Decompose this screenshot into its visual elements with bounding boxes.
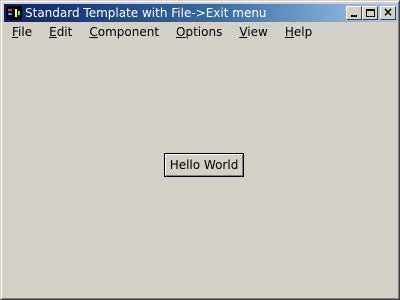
menu-edit-mnemonic: E (49, 25, 57, 39)
maximize-button[interactable] (362, 6, 378, 20)
menu-help[interactable]: Help (276, 23, 320, 42)
maximize-icon (366, 9, 375, 17)
menu-component-label: omponent (97, 25, 160, 39)
menu-bar: File Edit Component Options View Help (4, 23, 398, 42)
menu-edit-label: dit (56, 25, 73, 39)
menu-component[interactable]: Component (80, 23, 167, 42)
close-icon: × (382, 5, 394, 19)
hello-world-button[interactable]: Hello World (164, 153, 244, 177)
menu-options[interactable]: Options (167, 23, 230, 42)
minimize-icon (351, 15, 357, 17)
menu-edit[interactable]: Edit (40, 23, 80, 42)
client-area: Hello World (4, 42, 398, 298)
menu-view[interactable]: View (230, 23, 275, 42)
menu-file[interactable]: File (4, 23, 40, 42)
title-bar[interactable]: Standard Template with File->Exit menu × (4, 4, 398, 22)
hello-world-button-label: Hello World (169, 158, 239, 172)
window-title: Standard Template with File->Exit menu (25, 6, 267, 20)
menu-view-label: iew (247, 25, 268, 39)
menu-options-label: ptions (185, 25, 223, 39)
minimize-button[interactable] (346, 6, 362, 20)
window-frame: Standard Template with File->Exit menu ×… (1, 1, 399, 299)
application-window: Standard Template with File->Exit menu ×… (0, 0, 400, 300)
menu-file-label: ile (18, 25, 33, 39)
menu-component-mnemonic: C (89, 25, 98, 39)
close-button[interactable]: × (380, 5, 396, 20)
menu-help-label: elp (293, 25, 313, 39)
menu-help-mnemonic: H (284, 25, 294, 39)
window-controls: × (346, 5, 396, 20)
java-cup-app-icon[interactable] (6, 6, 22, 20)
